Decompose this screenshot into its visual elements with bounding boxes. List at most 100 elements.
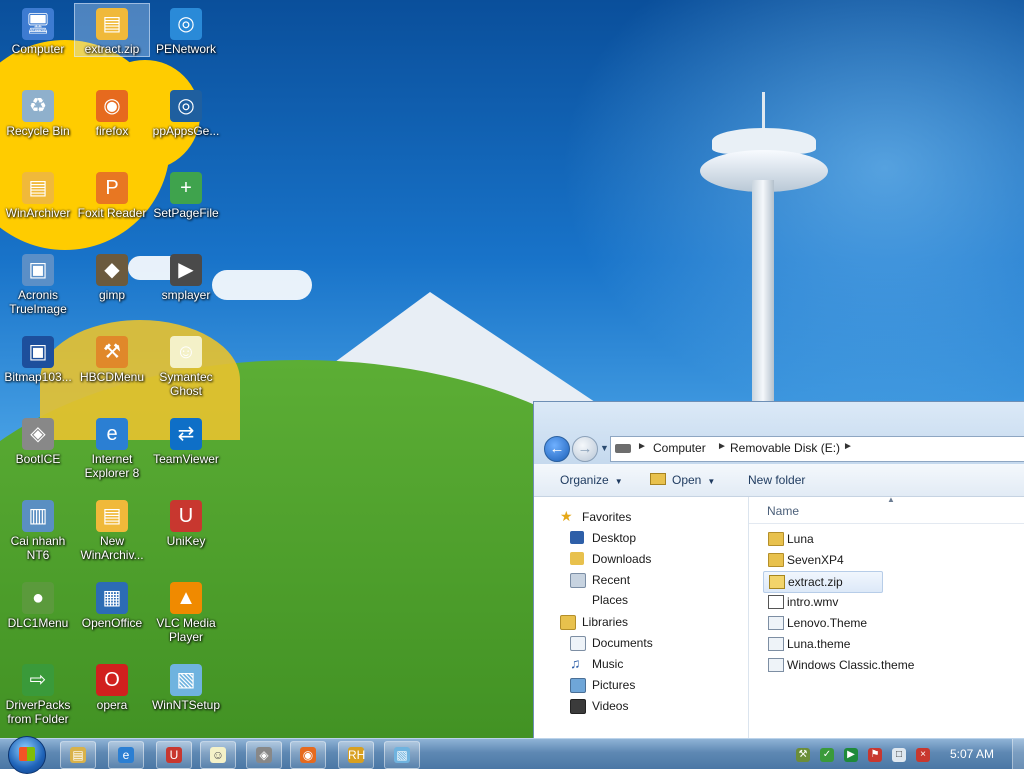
desktop-icon-gimp[interactable]: ◆ gimp: [75, 250, 149, 302]
videos-icon: [570, 699, 586, 714]
desktop-icon-computer[interactable]: 🖥 Computer: [1, 4, 75, 56]
recycle-bin-icon: ♻: [22, 90, 54, 122]
back-arrow-icon: ←: [549, 440, 565, 457]
taskbar-item-internet-explorer[interactable]: e: [108, 741, 144, 769]
desktop-icon-smplayer[interactable]: ▶ smplayer: [149, 250, 223, 302]
taskbar-item-rh[interactable]: RH: [338, 741, 374, 769]
winntsetup-icon: ▧: [394, 747, 410, 763]
taskbar-item-unikey[interactable]: U: [156, 741, 192, 769]
monitor-icon[interactable]: □: [892, 748, 906, 762]
desktop-icon-bootice[interactable]: ◈ BootICE: [1, 414, 75, 466]
new-folder-button[interactable]: New folder: [748, 473, 805, 487]
desktop-icon-new-winarchiv[interactable]: ▤ New WinArchiv...: [75, 496, 149, 562]
desktop-icon-cai-nhanh-nt6[interactable]: ▥ Cai nhanh NT6: [1, 496, 75, 562]
file-row[interactable]: intro.wmv: [763, 592, 963, 612]
desktop-icon-bitmap103[interactable]: ▣ Bitmap103...: [1, 332, 75, 384]
volume-muted-icon[interactable]: ×: [916, 748, 930, 762]
taskbar-item-bootice[interactable]: ◈: [246, 741, 282, 769]
desktop-icon-teamviewer[interactable]: ⇄ TeamViewer: [149, 414, 223, 466]
breadcrumb-separator[interactable]: ►: [843, 441, 853, 452]
tools-icon: ⚒: [96, 336, 128, 368]
desktop-icon-label: Internet Explorer 8: [84, 452, 140, 480]
desktop-icon-opera[interactable]: Oopera: [75, 660, 149, 712]
file-row[interactable]: Lenovo.Theme: [763, 613, 963, 633]
desktop-icon-openoffice[interactable]: ▦ OpenOffice: [75, 578, 149, 630]
file-row[interactable]: extract.zip: [763, 571, 883, 593]
name-column-header[interactable]: ▲ Name: [749, 495, 1024, 524]
taskbar-item-firefox[interactable]: ◉: [290, 741, 326, 769]
desktop-icon-label: gimp: [98, 288, 125, 302]
address-bar[interactable]: ► Computer ► Removable Disk (E:) ►: [610, 436, 1024, 462]
desktop-icon-label: UniKey: [166, 534, 206, 548]
zip-archive-icon: ▤: [96, 8, 128, 40]
file-row[interactable]: Luna: [763, 529, 963, 549]
file-row[interactable]: Windows Classic.theme: [763, 655, 963, 675]
recent-pages-dropdown[interactable]: ▼: [600, 443, 609, 453]
driverpacks-icon: ⇨: [22, 664, 54, 696]
network-tools-icon[interactable]: ⚒: [796, 748, 810, 762]
clock[interactable]: 5:07 AM: [950, 747, 994, 761]
teamviewer-icon: ⇄: [170, 418, 202, 450]
play-icon[interactable]: ▶: [844, 748, 858, 762]
open-label: Open: [672, 473, 702, 487]
command-toolbar: Organize ▼ Open ▼ New folder: [534, 464, 1024, 497]
smplayer-icon: ▶: [170, 254, 202, 286]
desktop-icon-label: ppAppsGe...: [152, 124, 220, 138]
ghost-icon: ☺: [210, 747, 226, 763]
open-zip-icon: [650, 473, 666, 485]
breadcrumb-separator[interactable]: ►: [637, 441, 647, 452]
breadcrumb-separator[interactable]: ►: [717, 441, 727, 452]
desktop-icon-setpagefile[interactable]: + SetPageFile: [149, 168, 223, 220]
desktop-icon-unikey[interactable]: U UniKey: [149, 496, 223, 548]
organize-button[interactable]: Organize ▼: [560, 473, 623, 487]
desktop-icon-hbcdmenu[interactable]: ⚒ HBCDMenu: [75, 332, 149, 384]
desktop-icon-foxit-reader[interactable]: P Foxit Reader: [75, 168, 149, 220]
file-name: extract.zip: [788, 575, 843, 589]
desktop-icon-driverpacks-from-folder[interactable]: ⇨ DriverPacks from Folder: [1, 660, 75, 726]
desktop-icon-dlc1menu[interactable]: ● DLC1Menu: [1, 578, 75, 630]
forward-arrow-icon: →: [577, 440, 593, 457]
desktop-icon-vlc-media-player[interactable]: ▲ VLC Media Player: [149, 578, 223, 644]
desktop-icon-penetwork[interactable]: ◎ PENetwork: [149, 4, 223, 56]
openoffice-icon: ▦: [96, 582, 128, 614]
file-row[interactable]: SevenXP4: [763, 550, 963, 570]
windows-logo-icon: [19, 747, 35, 761]
desktop-icon-internet-explorer-8[interactable]: e Internet Explorer 8: [75, 414, 149, 480]
desktop-icon-acronis-trueimage[interactable]: ▣ Acronis TrueImage: [1, 250, 75, 316]
taskbar-item-explorer[interactable]: ▤: [60, 741, 96, 769]
desktop-icon-label: Symantec Ghost: [159, 370, 213, 398]
desktop-icon-symantec-ghost[interactable]: ☺ Symantec Ghost: [149, 332, 223, 398]
nav-item-label: Music: [592, 657, 624, 671]
taskbar-item-ghost[interactable]: ☺: [200, 741, 236, 769]
pictures-icon: [570, 678, 586, 693]
desktop-icon-extract-zip[interactable]: ▤ extract.zip: [74, 3, 150, 57]
desktop-icon-winarchiver[interactable]: ▤ WinArchiver: [1, 168, 75, 220]
desktop-icon-label: OpenOffice: [81, 616, 143, 630]
vlc-icon: ▲: [170, 582, 202, 614]
show-desktop-button[interactable]: [1012, 739, 1024, 769]
desktop-icon-firefox[interactable]: ◉ firefox: [75, 86, 149, 138]
shield-icon[interactable]: ✓: [820, 748, 834, 762]
flag-icon[interactable]: ⚑: [868, 748, 882, 762]
start-button[interactable]: [8, 736, 46, 774]
winarchiver-icon: ▤: [22, 172, 54, 204]
rh-icon: RH: [348, 747, 366, 763]
file-list: ▲ Name Luna SevenXP4 extract.zip intro.wmv L…: [749, 495, 1024, 739]
back-button[interactable]: ←: [544, 436, 570, 462]
open-button[interactable]: Open ▼: [650, 473, 715, 487]
desktop-icon-winntsetup[interactable]: ▧ WinNTSetup: [149, 660, 223, 712]
documents-icon: [570, 636, 586, 651]
desktop-icon-recycle-bin[interactable]: ♻ Recycle Bin: [1, 86, 75, 138]
file-row[interactable]: Luna.theme: [763, 634, 963, 654]
forward-button[interactable]: →: [572, 436, 598, 462]
desktop-icon-label: Computer: [11, 42, 65, 56]
bootice-icon: ◈: [22, 418, 54, 450]
desktop-icon-ppappsge[interactable]: ◎ ppAppsGe...: [149, 86, 223, 138]
unikey-icon: U: [166, 747, 182, 763]
breadcrumb-computer[interactable]: Computer: [653, 441, 706, 455]
taskbar-item-winntsetup[interactable]: ▧: [384, 741, 420, 769]
desktop-icon-label: New WinArchiv...: [80, 534, 144, 562]
breadcrumb-removable-disk[interactable]: Removable Disk (E:): [730, 441, 840, 455]
setpagefile-icon: +: [170, 172, 202, 204]
chevron-down-icon: ▼: [614, 477, 623, 486]
